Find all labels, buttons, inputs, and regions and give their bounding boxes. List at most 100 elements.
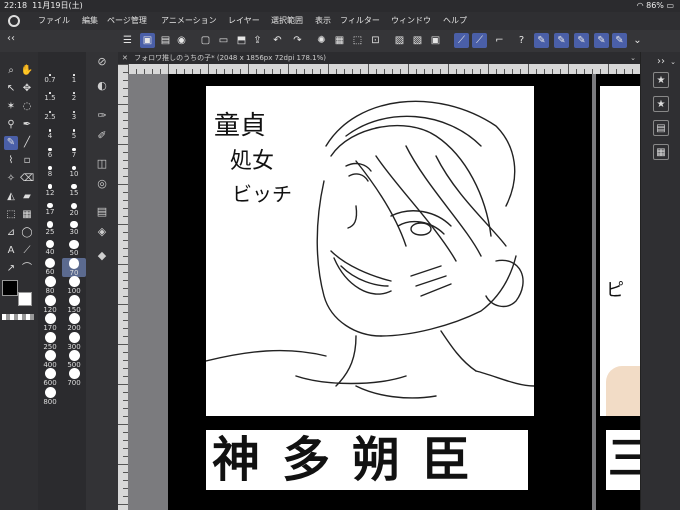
brush-size-12[interactable]: 12 bbox=[38, 184, 62, 197]
brush-size-50[interactable]: 50 bbox=[62, 239, 86, 257]
brush-size-1[interactable]: 1 bbox=[62, 74, 86, 84]
menu-window[interactable]: ウィンドウ bbox=[391, 12, 431, 30]
text-icon[interactable]: A bbox=[4, 244, 18, 258]
tool-property-icon[interactable]: ✐ bbox=[94, 128, 110, 144]
brush-size-70[interactable]: 70 bbox=[62, 258, 86, 277]
export-icon[interactable]: ⇪ bbox=[250, 33, 265, 48]
main-color-swatch[interactable] bbox=[2, 280, 18, 296]
deselect-icon[interactable]: ▨ bbox=[392, 33, 407, 48]
pencil-icon[interactable]: ✎ bbox=[4, 136, 18, 150]
pen-icon[interactable]: ✒ bbox=[20, 118, 34, 132]
line-fix-icon[interactable]: ⟋ bbox=[20, 244, 34, 258]
correct-line-icon[interactable]: ↗ bbox=[4, 262, 18, 276]
menu-help[interactable]: ヘルプ bbox=[443, 12, 467, 30]
brush-size-700[interactable]: 700 bbox=[62, 368, 86, 387]
open-folder-icon[interactable]: ▭ bbox=[216, 33, 231, 48]
command-bar-more-icon[interactable]: ⌄ bbox=[630, 33, 645, 48]
balloon-icon[interactable]: ◯ bbox=[20, 226, 34, 240]
crop-icon[interactable]: ▧ bbox=[410, 33, 425, 48]
brush-size-5[interactable]: 5 bbox=[62, 129, 86, 140]
quick-pen-1-icon[interactable]: ✎ bbox=[534, 33, 549, 48]
menu-file[interactable]: ファイル bbox=[38, 12, 70, 30]
operation-icon[interactable]: ↖ bbox=[4, 82, 18, 96]
brush-size-6[interactable]: 6 bbox=[38, 147, 62, 159]
brush-size-100[interactable]: 100 bbox=[62, 276, 86, 295]
brush-size-200[interactable]: 200 bbox=[62, 313, 86, 332]
brush-size-800[interactable]: 800 bbox=[38, 386, 62, 406]
material-image-icon[interactable]: ▤ bbox=[653, 120, 669, 136]
pen-correction-icon[interactable]: ⟋ bbox=[472, 33, 487, 48]
brush-size-20[interactable]: 20 bbox=[62, 202, 86, 217]
brush-size-2[interactable]: 2 bbox=[62, 92, 86, 102]
menu-animation[interactable]: アニメーション bbox=[161, 12, 217, 30]
brush-size-1-5[interactable]: 1.5 bbox=[38, 92, 62, 102]
auto-select-icon[interactable]: ✶ bbox=[4, 100, 18, 114]
layer-property-icon[interactable]: ▤ bbox=[94, 204, 110, 220]
frame-border-icon[interactable]: ▦ bbox=[20, 208, 34, 222]
vector-icon[interactable]: ⌒ bbox=[20, 262, 34, 276]
brush-size-25[interactable]: 25 bbox=[38, 221, 62, 236]
brush-size-80[interactable]: 80 bbox=[38, 276, 62, 295]
paint-icon[interactable]: ▤ bbox=[158, 33, 173, 48]
loading-icon[interactable]: ✺ bbox=[314, 33, 329, 48]
airbrush-icon[interactable]: ⌇ bbox=[4, 154, 18, 168]
layers-icon[interactable]: ◈ bbox=[94, 224, 110, 240]
brush-size-300[interactable]: 300 bbox=[62, 331, 86, 351]
right-dock-chevron-icon[interactable]: ⌄ bbox=[665, 54, 680, 70]
menu-selection[interactable]: 選択範囲 bbox=[271, 12, 303, 30]
zoom-icon[interactable]: ⌕ bbox=[4, 64, 18, 78]
brush-size-120[interactable]: 120 bbox=[38, 294, 62, 314]
undo-icon[interactable]: ↶ bbox=[270, 33, 285, 48]
hamburger-menu-icon[interactable]: ☰ bbox=[120, 33, 135, 48]
brush-size-10[interactable]: 10 bbox=[62, 166, 86, 178]
brush-size-4[interactable]: 4 bbox=[38, 129, 62, 140]
transparent-color-swatch[interactable] bbox=[2, 314, 34, 320]
brush-size-7[interactable]: 7 bbox=[62, 147, 86, 159]
fill-icon[interactable]: ▣ bbox=[428, 33, 443, 48]
ink-drop-icon[interactable]: ◐ bbox=[94, 78, 110, 94]
quick-pen-5-icon[interactable]: ✎ bbox=[612, 33, 627, 48]
brush-size-40[interactable]: 40 bbox=[38, 239, 62, 256]
brush-size-17[interactable]: 17 bbox=[38, 202, 62, 216]
lasso-icon[interactable]: ◌ bbox=[20, 100, 34, 114]
material-icon[interactable]: ◆ bbox=[94, 248, 110, 264]
document-tab[interactable]: ✕ フォロワ推しのうちの子* (2048 x 1856px 72dpi 178.… bbox=[118, 52, 640, 64]
brush-size-150[interactable]: 150 bbox=[62, 294, 86, 314]
ruler-icon[interactable]: ⌐ bbox=[492, 33, 507, 48]
brush-size-0-7[interactable]: 0.7 bbox=[38, 74, 62, 84]
new-canvas-icon[interactable]: ▣ bbox=[140, 33, 155, 48]
color-wheel-icon[interactable]: ◫ bbox=[94, 156, 110, 172]
clear-icon[interactable]: ▦ bbox=[332, 33, 347, 48]
quick-pen-3-icon[interactable]: ✎ bbox=[574, 33, 589, 48]
quick-pen-2-icon[interactable]: ✎ bbox=[554, 33, 569, 48]
select-area-icon[interactable]: ⬚ bbox=[350, 33, 365, 48]
brush-size-3[interactable]: 3 bbox=[62, 110, 86, 121]
gradient-icon[interactable]: ▰ bbox=[20, 190, 34, 204]
menu-edit[interactable]: 編集 bbox=[82, 12, 98, 30]
material-star-icon[interactable]: ★ bbox=[653, 72, 669, 88]
close-tab-icon[interactable]: ✕ bbox=[122, 54, 128, 62]
brush-size-30[interactable]: 30 bbox=[62, 221, 86, 236]
navigator-icon[interactable]: ⊘ bbox=[94, 54, 110, 70]
color-set-icon[interactable]: ◎ bbox=[94, 176, 110, 192]
brush-size-170[interactable]: 170 bbox=[38, 313, 62, 332]
material-pattern-icon[interactable]: ▦ bbox=[653, 144, 669, 160]
record-icon[interactable]: ◉ bbox=[174, 33, 189, 48]
menu-page[interactable]: ページ管理 bbox=[107, 12, 147, 30]
menu-filter[interactable]: フィルター bbox=[340, 12, 380, 30]
save-icon[interactable]: ⬒ bbox=[234, 33, 249, 48]
redo-icon[interactable]: ↷ bbox=[290, 33, 305, 48]
subtool-icon[interactable]: ✑ bbox=[94, 108, 110, 124]
brush-size-2-5[interactable]: 2.5 bbox=[38, 110, 62, 121]
brush-size-8[interactable]: 8 bbox=[38, 166, 62, 178]
sub-color-swatch[interactable] bbox=[18, 292, 32, 306]
material-star-2-icon[interactable]: ★ bbox=[653, 96, 669, 112]
brush-size-60[interactable]: 60 bbox=[38, 258, 62, 276]
blend-icon[interactable]: ✧ bbox=[4, 172, 18, 186]
menu-view[interactable]: 表示 bbox=[315, 12, 331, 30]
tab-chevron-icon[interactable]: ⌄ bbox=[630, 52, 636, 64]
collapse-icon[interactable]: ‹‹ bbox=[4, 32, 18, 46]
brush-size-15[interactable]: 15 bbox=[62, 184, 86, 197]
eyedropper-icon[interactable]: ⚲ bbox=[4, 118, 18, 132]
brush-size-600[interactable]: 600 bbox=[38, 368, 62, 387]
